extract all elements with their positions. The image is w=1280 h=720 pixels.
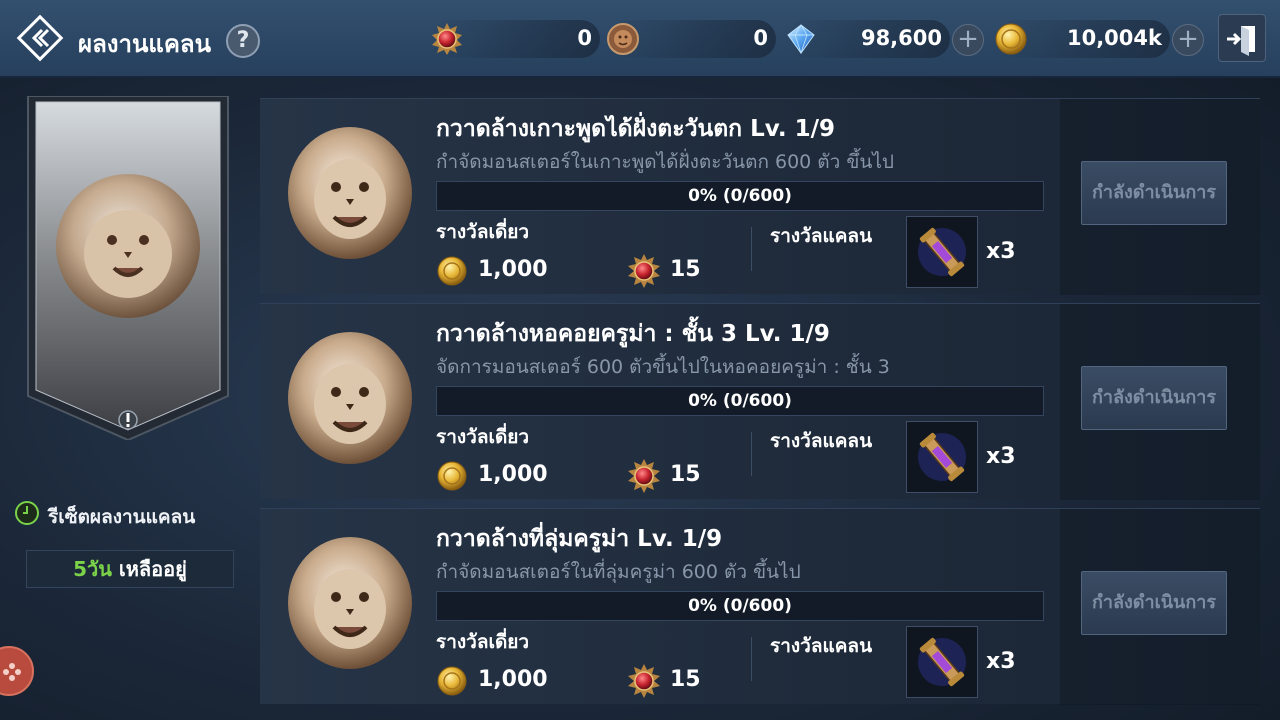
quest-row: กวาดล้างหอคอยครูม่า : ชั้น 3 Lv. 1/9 จัด…	[260, 303, 1260, 500]
clan-reward-label: รางวัลแคลน	[770, 635, 873, 657]
red-medal-icon	[628, 254, 660, 288]
quest-description: จัดการมอนสเตอร์ 600 ตัวขึ้นไปในหอคอยครูม…	[436, 356, 890, 378]
lion-emblem-icon	[288, 332, 412, 464]
dots-menu-icon	[3, 663, 21, 681]
quest-title: กวาดล้างเกาะพูดได้ฝั่งตะวันตก Lv. 1/9	[436, 116, 836, 142]
currency-value: 98,600	[860, 26, 942, 50]
quest-progress-bar: 0% (0/600)	[436, 591, 1044, 621]
medal-reward-value: 15	[670, 257, 701, 282]
single-reward-label: รางวัลเดี่ยว	[436, 631, 530, 653]
quest-description: กำจัดมอนสเตอร์ในที่ลุ่มครูม่า 600 ตัว ขึ…	[436, 561, 801, 583]
lion-emblem-icon	[56, 174, 200, 318]
gold-coin-icon	[437, 461, 467, 491]
progress-text: 0% (0/600)	[688, 391, 792, 411]
medal-reward-value: 15	[670, 667, 701, 692]
single-reward-label: รางวัลเดี่ยว	[436, 221, 530, 243]
quest-progress-bar: 0% (0/600)	[436, 386, 1044, 416]
lion-emblem-icon	[288, 537, 412, 669]
clan-reward-quantity: x3	[986, 444, 1016, 469]
scroll-item-icon	[918, 227, 966, 277]
coin-reward-value: 1,000	[478, 462, 548, 487]
help-button[interactable]: ?	[226, 24, 260, 58]
reset-label: รีเซ็ตผลงานแคลน	[48, 506, 196, 528]
page-title: ผลงานแคลน	[78, 30, 212, 58]
clan-reward-label: รางวัลแคลน	[770, 225, 873, 247]
clock-icon	[15, 501, 39, 525]
reward-divider	[751, 432, 752, 476]
currency-value: 0	[577, 26, 592, 50]
scroll-item-icon	[918, 432, 966, 482]
quest-row: กวาดล้างเกาะพูดได้ฝั่งตะวันตก Lv. 1/9 กำ…	[260, 98, 1260, 295]
currency-gold: 10,004k	[994, 20, 1170, 58]
red-medal-icon	[628, 459, 660, 493]
red-medal-icon	[628, 664, 660, 698]
red-medal-icon	[432, 23, 462, 55]
progress-text: 0% (0/600)	[688, 186, 792, 206]
lion-emblem-icon	[288, 127, 412, 259]
scroll-item-icon	[918, 637, 966, 687]
lion-coin-icon	[607, 23, 639, 55]
currency-lion-coin: 0	[606, 20, 776, 58]
clan-reward-item[interactable]	[906, 421, 978, 493]
in-progress-button[interactable]: กำลังดำเนินการ	[1081, 161, 1227, 225]
side-menu-button[interactable]	[0, 646, 34, 696]
medal-reward-value: 15	[670, 462, 701, 487]
gold-coin-icon	[437, 256, 467, 286]
single-reward-label: รางวัลเดี่ยว	[436, 426, 530, 448]
clan-reward-quantity: x3	[986, 649, 1016, 674]
coin-reward-value: 1,000	[478, 667, 548, 692]
remaining-time: 5วัน เหลืออยู่	[26, 550, 234, 588]
back-button[interactable]	[16, 14, 64, 62]
in-progress-button[interactable]: กำลังดำเนินการ	[1081, 571, 1227, 635]
reward-divider	[751, 637, 752, 681]
remaining-days: 5วัน	[73, 557, 112, 581]
exit-door-icon	[1227, 26, 1255, 56]
quest-progress-bar: 0% (0/600)	[436, 181, 1044, 211]
in-progress-button[interactable]: กำลังดำเนินการ	[1081, 366, 1227, 430]
add-gold-button[interactable]: +	[1172, 24, 1204, 56]
clan-reward-quantity: x3	[986, 239, 1016, 264]
quest-description: กำจัดมอนสเตอร์ในเกาะพูดได้ฝั่งตะวันตก 60…	[436, 151, 894, 173]
remaining-suffix: เหลืออยู่	[111, 557, 187, 581]
gold-coin-icon	[437, 666, 467, 696]
add-diamond-button[interactable]: +	[952, 24, 984, 56]
quest-title: กวาดล้างหอคอยครูม่า : ชั้น 3 Lv. 1/9	[436, 321, 830, 347]
clan-reward-label: รางวัลแคลน	[770, 430, 873, 452]
gold-coin-icon	[995, 23, 1027, 55]
currency-red-medal: 0	[430, 20, 600, 58]
progress-text: 0% (0/600)	[688, 596, 792, 616]
back-arrow-icon	[16, 14, 64, 62]
coin-reward-value: 1,000	[478, 257, 548, 282]
exit-button[interactable]	[1218, 14, 1266, 62]
blue-diamond-icon	[787, 24, 815, 55]
clan-reward-item[interactable]	[906, 216, 978, 288]
reward-divider	[751, 227, 752, 271]
quest-row: กวาดล้างที่ลุ่มครูม่า Lv. 1/9 กำจัดมอนสเ…	[260, 508, 1260, 705]
currency-value: 0	[753, 26, 768, 50]
currency-diamond: 98,600	[784, 20, 950, 58]
top-bar: ผลงานแคลน ? 0 0 98,600 + 10,004k +	[0, 0, 1280, 78]
clan-reward-item[interactable]	[906, 626, 978, 698]
clan-banner	[24, 95, 232, 442]
quest-title: กวาดล้างที่ลุ่มครูม่า Lv. 1/9	[436, 526, 723, 552]
currency-value: 10,004k	[1066, 26, 1162, 50]
